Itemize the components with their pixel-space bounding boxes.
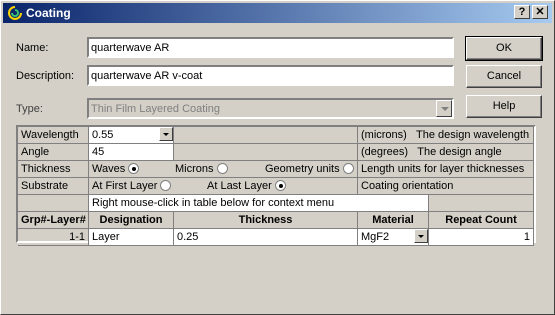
wavelength-combo[interactable]: 0.55	[89, 127, 174, 144]
row-repeat-count[interactable]: 1	[429, 229, 534, 246]
app-icon	[8, 6, 22, 20]
thickness-geometry-option[interactable]: Geometry units	[265, 162, 354, 176]
hint-spacer-right	[429, 195, 534, 212]
thickness-label: Thickness	[18, 161, 89, 178]
close-button[interactable]: ✕	[532, 5, 548, 19]
first-layer-radio[interactable]	[160, 180, 172, 191]
wavelength-unit: (microns)	[361, 129, 407, 141]
col-header-grp-layer[interactable]: Grp#-Layer#	[18, 212, 89, 229]
title-bar: Coating ? ✕	[3, 3, 552, 23]
angle-unit: (degrees)	[361, 146, 409, 158]
window-title: Coating	[26, 6, 71, 20]
waves-label: Waves	[92, 163, 126, 175]
substrate-options: At First Layer At Last Layer	[89, 178, 358, 195]
substrate-description: Coating orientation	[358, 178, 534, 195]
row-designation[interactable]: Layer	[89, 229, 174, 246]
thickness-microns-option[interactable]: Microns	[175, 162, 228, 176]
coating-grid: Wavelength 0.55 (microns) The design wav…	[16, 125, 536, 246]
thickness-options: Waves Microns Geometry units	[89, 161, 358, 178]
last-layer-radio[interactable]	[274, 180, 286, 191]
geometry-units-radio[interactable]	[342, 163, 354, 174]
help-title-button[interactable]: ?	[514, 5, 530, 19]
cancel-button[interactable]: Cancel	[466, 65, 542, 88]
wavelength-label: Wavelength	[18, 127, 89, 144]
help-button[interactable]: Help	[466, 95, 542, 118]
name-field[interactable]: quarterwave AR	[87, 37, 454, 58]
first-layer-label: At First Layer	[92, 180, 158, 192]
col-header-thickness[interactable]: Thickness	[174, 212, 358, 229]
col-header-designation[interactable]: Designation	[89, 212, 174, 229]
substrate-last-option[interactable]: At Last Layer	[207, 179, 286, 193]
coating-dialog: Coating ? ✕ Name: quarterwave AR Descrip…	[0, 0, 555, 315]
microns-label: Microns	[175, 163, 214, 175]
chevron-down-icon[interactable]	[436, 100, 452, 117]
angle-field[interactable]: 45	[89, 144, 174, 161]
hint-spacer-left	[18, 195, 89, 212]
angle-description: The design angle	[417, 146, 502, 158]
row-id[interactable]: 1-1	[18, 229, 89, 246]
angle-label: Angle	[18, 144, 89, 161]
geometry-units-label: Geometry units	[265, 163, 340, 175]
angle-desc: (degrees) The design angle	[358, 144, 534, 161]
substrate-first-option[interactable]: At First Layer	[92, 180, 172, 192]
substrate-label: Substrate	[18, 178, 89, 195]
angle-spacer	[174, 144, 358, 161]
thickness-waves-option[interactable]: Waves	[92, 163, 140, 175]
wavelength-value: 0.55	[92, 129, 114, 141]
microns-radio[interactable]	[216, 163, 228, 174]
waves-radio[interactable]	[128, 163, 140, 174]
context-menu-hint: Right mouse-click in table below for con…	[89, 195, 429, 212]
description-field[interactable]: quarterwave AR v-coat	[87, 65, 454, 86]
col-header-material[interactable]: Material	[358, 212, 429, 229]
type-combo[interactable]: Thin Film Layered Coating	[87, 98, 454, 119]
col-header-repeat-count[interactable]: Repeat Count	[429, 212, 534, 229]
type-label: Type:	[16, 103, 43, 115]
name-label: Name:	[16, 42, 49, 54]
last-layer-label: At Last Layer	[207, 180, 272, 192]
row-material: MgF2	[361, 231, 390, 243]
row-material-combo[interactable]: MgF2	[358, 229, 429, 246]
description-label: Description:	[16, 70, 75, 82]
type-value: Thin Film Layered Coating	[91, 103, 221, 115]
wavelength-spacer	[174, 127, 358, 144]
wavelength-desc: (microns) The design wavelength	[358, 127, 534, 144]
chevron-down-icon[interactable]	[159, 127, 173, 141]
ok-button[interactable]: OK	[465, 36, 543, 61]
row-thickness[interactable]: 0.25	[174, 229, 358, 246]
chevron-down-icon[interactable]	[414, 229, 428, 243]
wavelength-description: The design wavelength	[416, 129, 530, 141]
thickness-description: Length units for layer thicknesses	[358, 161, 534, 178]
